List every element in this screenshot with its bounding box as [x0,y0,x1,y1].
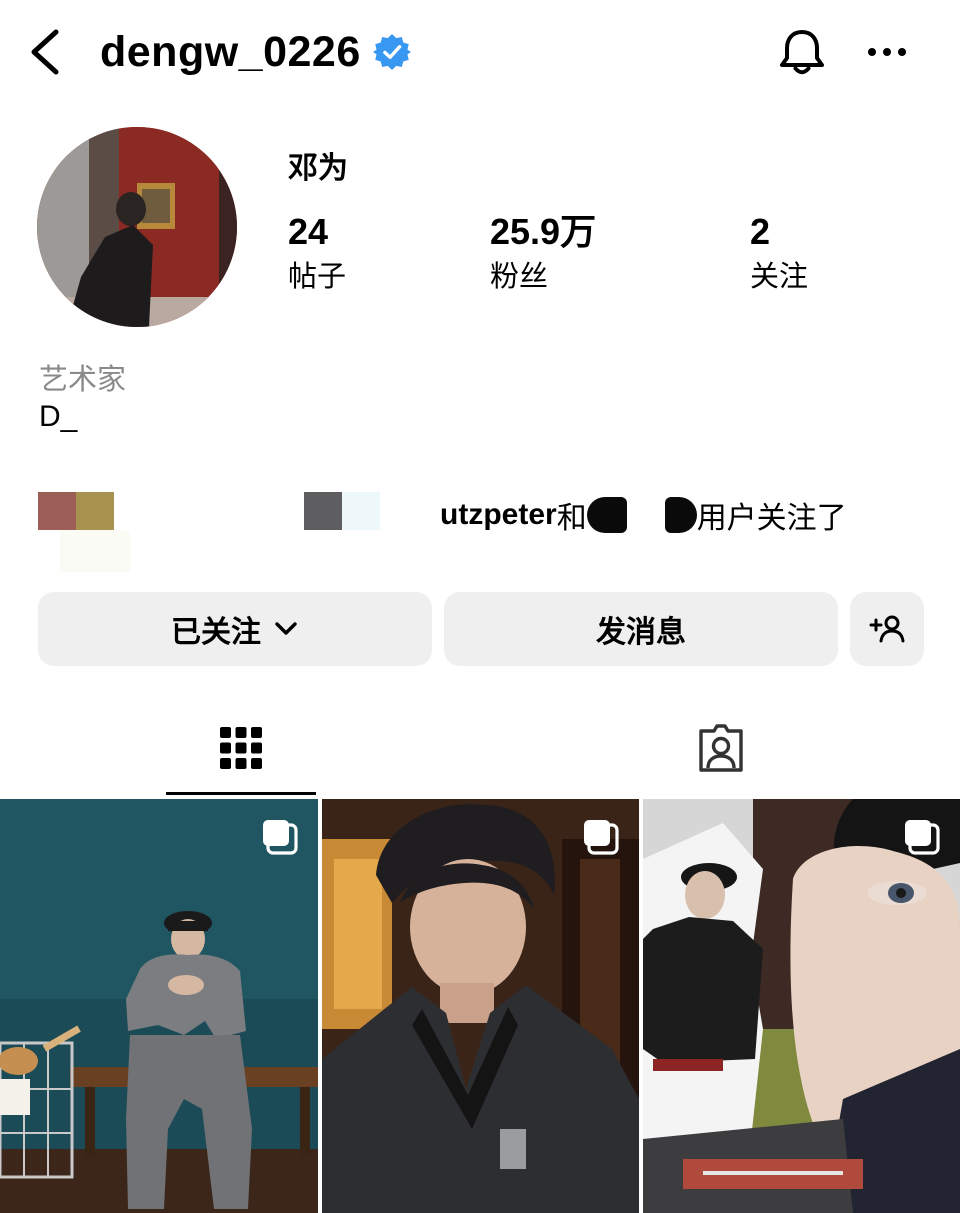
bio-category: 艺术家 [39,362,127,396]
multiple-images-icon [263,820,298,855]
stat-following-label: 关注 [750,259,809,293]
bell-icon[interactable] [774,24,830,80]
stat-posts[interactable]: 24 帖子 [288,210,346,296]
chevron-down-icon [275,622,297,635]
message-button-label: 发消息 [596,615,686,650]
redaction-mark [586,497,627,533]
tab-posts-grid[interactable] [166,700,316,796]
stat-followers-label: 粉丝 [490,259,549,293]
followed-by-conjunction: 和 [556,501,587,536]
stat-posts-label: 帖子 [288,259,347,293]
stat-followers-count: 25.9万 [490,211,597,252]
post-image [0,799,318,1213]
grid-icon [220,727,262,769]
redaction-mark [664,497,697,533]
stat-posts-count: 24 [288,211,329,252]
stat-following[interactable]: 2 关注 [750,210,808,296]
avatar-photo [37,127,237,327]
stat-following-count: 2 [750,211,771,252]
display-name: 邓为 [288,151,348,186]
username-label: dengw_0226 [100,27,361,76]
followed-by-username: utzpeter [440,498,557,531]
multiple-images-icon [584,820,619,855]
more-horizontal-icon[interactable] [862,32,912,72]
post-thumbnail[interactable] [322,799,639,1213]
chevron-left-icon[interactable] [24,26,68,78]
profile-header-title: dengw_0226 [100,24,411,80]
followed-by-suffix: 用户关注了 [696,501,847,536]
follower-avatar[interactable] [342,492,380,530]
posts-grid [0,799,960,1213]
following-button-label: 已关注 [171,615,261,650]
follower-avatar[interactable] [304,492,342,530]
tab-tagged[interactable] [646,700,796,796]
verified-badge-icon [372,33,411,71]
post-thumbnail[interactable] [643,799,960,1213]
followed-by-text[interactable]: utzpeter 和 用户关注了 [440,492,847,538]
add-person-icon [869,615,905,643]
message-button[interactable]: 发消息 [444,592,838,666]
active-tab-indicator [166,792,316,795]
multiple-images-icon [905,820,940,855]
following-button[interactable]: 已关注 [38,592,432,666]
suggest-accounts-button[interactable] [850,592,924,666]
post-image [322,799,639,1213]
top-nav-bar: dengw_0226 [0,0,960,104]
bio-text: D_ [39,400,78,433]
profile-avatar[interactable] [37,127,237,327]
tagged-person-icon [699,724,743,772]
post-thumbnail[interactable] [0,799,318,1213]
follower-avatar[interactable] [76,492,114,530]
stat-followers[interactable]: 25.9万 粉丝 [490,210,596,296]
follower-avatar-shadow [60,530,130,572]
post-image [643,799,960,1213]
follower-avatar[interactable] [38,492,76,530]
